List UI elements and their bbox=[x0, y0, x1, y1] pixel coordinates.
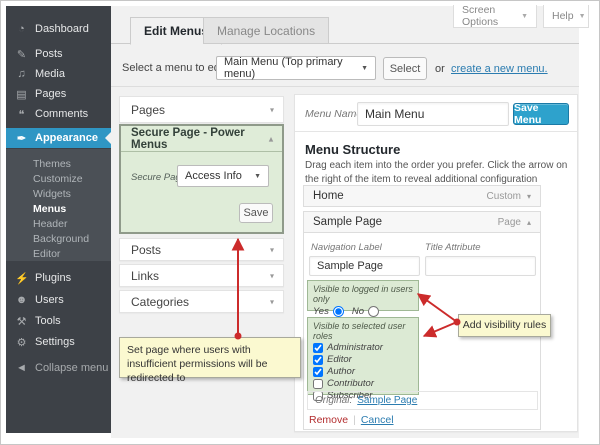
create-new-menu-link[interactable]: create a new menu. bbox=[451, 63, 548, 75]
secure-save-button[interactable]: Save bbox=[239, 203, 273, 223]
pages-icon: ▤ bbox=[15, 88, 28, 101]
original-label: Original: bbox=[315, 395, 352, 406]
submenu-item-themes[interactable]: Themes bbox=[6, 157, 111, 171]
nav-tabs: Edit Menus Manage Locations bbox=[111, 17, 579, 44]
menu-editor-panel: Menu Name Save Menu Menu Structure Drag … bbox=[294, 94, 578, 432]
secure-page-power-menus-box: Secure Page - Power Menus ▴ Secure Page … bbox=[119, 124, 284, 234]
or-text: or bbox=[435, 63, 445, 75]
chevron-down-icon: ▼ bbox=[361, 65, 368, 72]
menu-item-sample-page[interactable]: Sample Page Page▴ bbox=[303, 211, 541, 233]
chevron-down-icon: ▾ bbox=[270, 245, 274, 254]
sidebar-item-plugins[interactable]: ⚡Plugins bbox=[6, 268, 111, 288]
admin-sidebar: ◔Dashboard ✎Posts ♫Media ▤Pages ❝Comment… bbox=[6, 6, 111, 433]
title-attribute-label: Title Attribute bbox=[425, 242, 481, 253]
submenu-item-header[interactable]: Header bbox=[6, 217, 111, 231]
posts-icon: ✎ bbox=[15, 48, 28, 61]
sidebar-item-comments[interactable]: ❝Comments bbox=[6, 104, 111, 124]
comments-icon: ❝ bbox=[15, 108, 28, 121]
cancel-link[interactable]: Cancel bbox=[361, 414, 394, 426]
chevron-down-icon: ▼ bbox=[254, 173, 261, 180]
tab-manage-locations[interactable]: Manage Locations bbox=[203, 17, 329, 44]
dashboard-icon: ◔ bbox=[15, 23, 28, 35]
submenu-item-widgets[interactable]: Widgets bbox=[6, 187, 111, 201]
contributor-checkbox[interactable] bbox=[313, 379, 323, 389]
users-icon: ☻ bbox=[15, 294, 28, 306]
select-button[interactable]: Select bbox=[383, 57, 427, 80]
secure-box-header[interactable]: Secure Page - Power Menus ▴ bbox=[121, 126, 282, 152]
submenu-item-menus[interactable]: Menus bbox=[6, 202, 111, 216]
visible-roles-box: Visible to selected user roles Administr… bbox=[307, 317, 419, 395]
sidebar-item-appearance[interactable]: ✒Appearance bbox=[6, 128, 111, 148]
visible-logged-in-box: Visible to logged in users only Yes No bbox=[307, 280, 419, 311]
sample-page-settings: Navigation Label Title Attribute Visible… bbox=[303, 233, 541, 430]
chevron-down-icon: ▾ bbox=[270, 105, 274, 114]
collapse-arrow-icon: ◄ bbox=[15, 362, 28, 374]
tools-icon: ⚒ bbox=[15, 315, 28, 328]
sidebar-item-users[interactable]: ☻Users bbox=[6, 290, 111, 310]
yes-radio[interactable] bbox=[333, 306, 344, 317]
author-checkbox[interactable] bbox=[313, 367, 323, 377]
menu-select-row: Select a menu to edit: Main Menu (Top pr… bbox=[111, 50, 579, 87]
navigation-label-input[interactable] bbox=[309, 256, 420, 276]
title-attribute-input[interactable] bbox=[425, 256, 536, 276]
accordion-posts[interactable]: Posts ▾ bbox=[119, 238, 284, 261]
select-menu-label: Select a menu to edit: bbox=[122, 62, 228, 74]
plugins-icon: ⚡ bbox=[15, 272, 28, 285]
chevron-down-icon: ▾ bbox=[270, 297, 274, 306]
administrator-checkbox[interactable] bbox=[313, 343, 323, 353]
item-actions: Remove | Cancel bbox=[309, 414, 394, 426]
editor-checkbox[interactable] bbox=[313, 355, 323, 365]
visibility-rules-note: Add visibility rules bbox=[458, 314, 551, 337]
chevron-up-icon: ▴ bbox=[269, 134, 273, 143]
remove-link[interactable]: Remove bbox=[309, 414, 348, 426]
collapse-menu-button[interactable]: ◄Collapse menu bbox=[6, 358, 111, 378]
original-page-box: Original: Sample Page bbox=[307, 391, 538, 410]
accordion-pages[interactable]: Pages ▾ bbox=[119, 96, 284, 123]
chevron-down-icon: ▾ bbox=[270, 271, 274, 280]
submenu-item-customize[interactable]: Customize bbox=[6, 172, 111, 186]
submenu-item-editor[interactable]: Editor bbox=[6, 247, 111, 261]
role-row-contributor[interactable]: Contributor bbox=[313, 378, 413, 389]
accordion-links[interactable]: Links ▾ bbox=[119, 264, 284, 287]
chevron-down-icon[interactable]: ▾ bbox=[527, 192, 531, 201]
menu-select-dropdown[interactable]: Main Menu (Top primary menu)▼ bbox=[216, 56, 376, 80]
sidebar-item-dashboard[interactable]: ◔Dashboard bbox=[6, 19, 111, 39]
redirect-note: Set page where users with insufficient p… bbox=[119, 337, 301, 378]
sidebar-item-pages[interactable]: ▤Pages bbox=[6, 84, 111, 104]
menu-name-input[interactable] bbox=[357, 102, 509, 126]
appearance-submenu: Themes Customize Widgets Menus Header Ba… bbox=[6, 149, 111, 261]
sidebar-item-media[interactable]: ♫Media bbox=[6, 64, 111, 84]
chevron-up-icon[interactable]: ▴ bbox=[527, 218, 531, 227]
appearance-icon: ✒ bbox=[15, 132, 28, 145]
settings-icon: ⚙ bbox=[15, 336, 28, 349]
save-menu-button[interactable]: Save Menu bbox=[513, 103, 569, 125]
secure-page-dropdown[interactable]: Access Info▼ bbox=[177, 165, 269, 187]
menu-name-label: Menu Name bbox=[305, 108, 362, 120]
sidebar-item-posts[interactable]: ✎Posts bbox=[6, 44, 111, 64]
role-row-administrator[interactable]: Administrator bbox=[313, 342, 413, 353]
wordpress-admin-window: ◔Dashboard ✎Posts ♫Media ▤Pages ❝Comment… bbox=[0, 0, 600, 445]
no-radio[interactable] bbox=[368, 306, 379, 317]
sidebar-item-tools[interactable]: ⚒Tools bbox=[6, 311, 111, 331]
role-row-author[interactable]: Author bbox=[313, 366, 413, 377]
chevron-down-icon: ▼ bbox=[579, 13, 586, 20]
admin-content: Screen Options▼ Help▼ Edit Menus Manage … bbox=[111, 6, 579, 438]
menu-structure-title: Menu Structure bbox=[305, 142, 400, 157]
accordion-categories[interactable]: Categories ▾ bbox=[119, 290, 284, 313]
submenu-item-background[interactable]: Background bbox=[6, 232, 111, 246]
original-page-link[interactable]: Sample Page bbox=[357, 395, 417, 406]
menu-name-row: Menu Name Save Menu bbox=[295, 95, 577, 132]
role-row-editor[interactable]: Editor bbox=[313, 354, 413, 365]
navigation-label: Navigation Label bbox=[311, 242, 382, 253]
media-icon: ♫ bbox=[15, 68, 28, 80]
sidebar-item-settings[interactable]: ⚙Settings bbox=[6, 332, 111, 352]
menu-item-home[interactable]: Home Custom▾ bbox=[303, 185, 541, 207]
